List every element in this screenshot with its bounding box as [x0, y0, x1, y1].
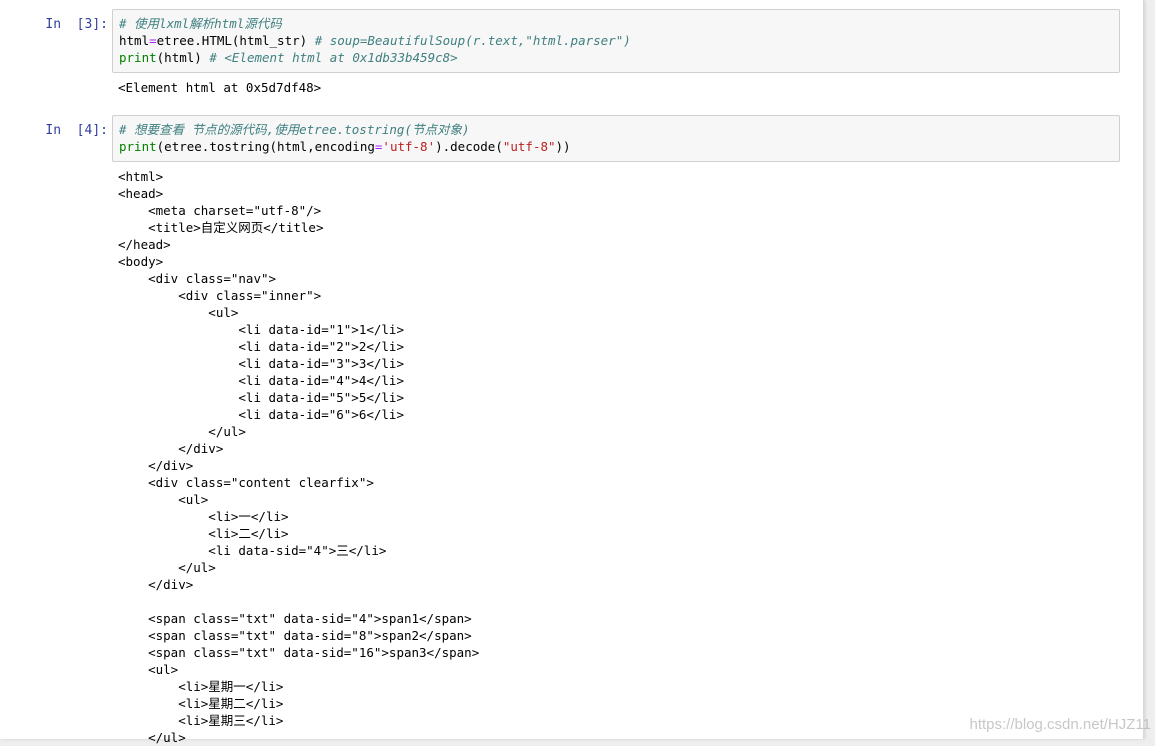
output-line: <body>: [118, 254, 164, 269]
code-operator: =: [149, 33, 157, 48]
code-line: # 想要查看 节点的源代码,使用etree.tostring(节点对象): [119, 121, 1113, 138]
code-comment: # 使用lxml解析html源代码: [119, 16, 282, 31]
code-text: etree.HTML(html_str): [156, 33, 315, 48]
output-line: <html>: [118, 169, 164, 184]
output-line: <div class="inner">: [118, 288, 322, 303]
output-line: <meta charset="utf-8"/>: [118, 203, 322, 218]
watermark: https://blog.csdn.net/HJZ11: [969, 716, 1152, 733]
output-line: <li data-id="6">6</li>: [118, 407, 404, 422]
output-line: <li data-sid="4">三</li>: [118, 543, 387, 558]
output-line: </div>: [118, 441, 224, 456]
output-line: <div class="nav">: [118, 271, 277, 286]
code-text: (etree.tostring(html,encoding: [156, 139, 375, 154]
code-builtin: print: [119, 50, 157, 65]
code-input[interactable]: # 想要查看 节点的源代码,使用etree.tostring(节点对象) pri…: [112, 115, 1120, 162]
output-line: </div>: [118, 577, 194, 592]
code-string: "utf-8": [502, 139, 556, 154]
output-line: </head>: [118, 237, 171, 252]
output-line: <li data-id="2">2</li>: [118, 339, 404, 354]
code-line: print(etree.tostring(html,encoding='utf-…: [119, 138, 1113, 155]
output-line: <li>星期一</li>: [118, 679, 284, 694]
code-text: ).decode(: [435, 139, 503, 154]
output-line: <li data-id="5">5</li>: [118, 390, 404, 405]
code-comment: # <Element html at 0x1db33b459c8>: [209, 50, 458, 65]
output-line: <div class="content clearfix">: [118, 475, 374, 490]
output-line: <span class="txt" data-sid="4">span1</sp…: [118, 611, 472, 626]
code-builtin: print: [119, 139, 157, 154]
output-line: <span class="txt" data-sid="8">span2</sp…: [118, 628, 472, 643]
output-line: </ul>: [118, 560, 216, 575]
code-text: )): [555, 139, 571, 154]
code-comment: # soup=BeautifulSoup(r.text,"html.parser…: [314, 33, 631, 48]
output-line: </ul>: [118, 424, 246, 439]
output-line: <li>星期二</li>: [118, 696, 284, 711]
output-line: <ul>: [118, 305, 239, 320]
code-text: html: [119, 33, 150, 48]
code-line: # 使用lxml解析html源代码: [119, 15, 1113, 32]
code-string: 'utf-8': [382, 139, 436, 154]
output-line: </div>: [118, 458, 194, 473]
output-line: <li data-id="4">4</li>: [118, 373, 404, 388]
code-line: print(html) # <Element html at 0x1db33b4…: [119, 49, 1113, 66]
cell-output: <Element html at 0x5d7df48>: [118, 79, 1118, 96]
output-line: <head>: [118, 186, 164, 201]
output-line: <li>二</li>: [118, 526, 289, 541]
input-prompt: In [3]:: [45, 17, 108, 32]
output-line: <li>一</li>: [118, 509, 289, 524]
code-line: html=etree.HTML(html_str) # soup=Beautif…: [119, 32, 1113, 49]
output-line: <li data-id="1">1</li>: [118, 322, 404, 337]
cell-output: <html> <head> <meta charset="utf-8"/> <ti…: [118, 168, 1118, 746]
output-line: <ul>: [118, 492, 209, 507]
output-line: <ul>: [118, 662, 179, 677]
output-line: <li data-id="3">3</li>: [118, 356, 404, 371]
code-input[interactable]: # 使用lxml解析html源代码 html=etree.HTML(html_s…: [112, 9, 1120, 73]
notebook-page: In [3]: # 使用lxml解析html源代码 html=etree.HTM…: [0, 0, 1144, 745]
output-line: <title>自定义网页</title>: [118, 220, 324, 235]
input-prompt: In [4]:: [45, 123, 108, 138]
output-line: <li>星期三</li>: [118, 713, 284, 728]
output-line: <span class="txt" data-sid="16">span3</s…: [118, 645, 480, 660]
code-text: (html): [156, 50, 210, 65]
output-line: </ul>: [118, 730, 186, 745]
code-comment: # 想要查看 节点的源代码,使用etree.tostring(节点对象): [119, 122, 470, 137]
output-line: <Element html at 0x5d7df48>: [118, 80, 322, 95]
